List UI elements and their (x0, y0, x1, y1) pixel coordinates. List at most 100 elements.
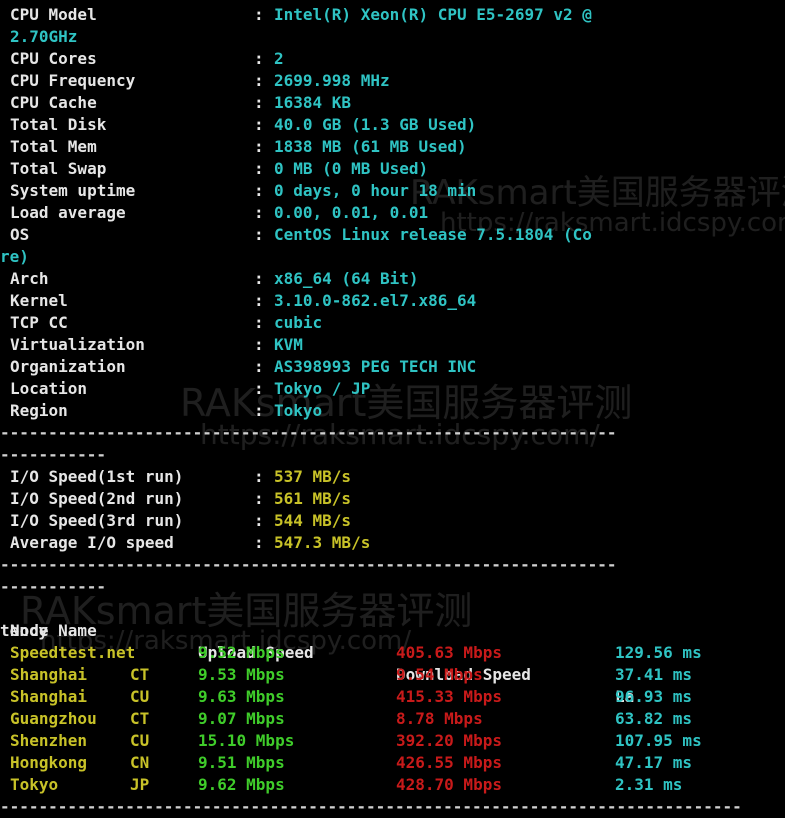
info-value: 1838 MB (61 MB Used) (274, 137, 467, 156)
info-label: System uptime (10, 181, 136, 200)
info-row: Organization: AS398993 PEG TECH INC (10, 357, 477, 376)
node-name: Guangzhou (10, 709, 97, 728)
info-label: Kernel (10, 291, 68, 310)
speedtest-row: Guangzhou CT 9.07 Mbps 8.78 Mbps 63.82 ms (0, 708, 785, 730)
info-value: 40.0 GB (1.3 GB Used) (274, 115, 477, 134)
io-label: I/O Speed(2nd run) (10, 489, 184, 508)
node-name: Shanghai (10, 687, 88, 706)
io-label: I/O Speed(1st run) (10, 467, 184, 486)
info-value: 2699.998 MHz (274, 71, 390, 90)
latency: 37.41 ms (615, 665, 693, 684)
info-label: Virtualization (10, 335, 145, 354)
download-speed: 392.20 Mbps (396, 731, 502, 750)
latency: 2.31 ms (615, 775, 683, 794)
speedtest-row: Speedtest.net 9.52 Mbps 405.63 Mbps 129.56 … (0, 642, 785, 664)
latency: 129.56 ms (615, 643, 702, 662)
upload-speed: 9.62 Mbps (198, 775, 285, 794)
upload-speed: 9.63 Mbps (198, 687, 285, 706)
info-row: CPU Model: Intel(R) Xeon(R) CPU E5-2697 v… (10, 5, 592, 24)
info-value: 3.10.0-862.el7.x86_64 (274, 291, 477, 310)
separator: ----------------------------------------… (0, 797, 742, 816)
node-isp: JP (130, 775, 150, 794)
node-name: Shanghai (10, 665, 88, 684)
info-value: KVM (274, 335, 303, 354)
speedtest-section: Node Name Upload Speed Download Speed La… (0, 598, 785, 796)
download-speed: 428.70 Mbps (396, 775, 502, 794)
io-row: I/O Speed(2nd run):561 MB/s (10, 489, 352, 508)
terminal-output: CPU Model: Intel(R) Xeon(R) CPU E5-2697 v… (0, 4, 785, 818)
info-row: CPU Frequency:2699.998 MHz (10, 71, 390, 90)
upload-speed: 9.07 Mbps (198, 709, 285, 728)
info-row: Virtualization: KVM (10, 335, 303, 354)
io-row: Average I/O speed:547.3 MB/s (10, 533, 371, 552)
info-value: 0 MB (0 MB Used) (274, 159, 429, 178)
speedtest-row: Shanghai CU 9.63 Mbps 415.33 Mbps 96.93 ms (0, 686, 785, 708)
upload-speed: 9.53 Mbps (198, 665, 285, 684)
download-speed: 415.33 Mbps (396, 687, 502, 706)
info-value: 16384 KB (274, 93, 352, 112)
info-value-wrap: 2.70GHz (10, 27, 78, 46)
header-latency-wrap: tency (0, 621, 49, 640)
separator: ----------- (0, 577, 106, 596)
info-row: Kernel:3.10.0-862.el7.x86_64 (10, 291, 477, 310)
download-speed: 9.54 Mbps (396, 665, 483, 684)
info-label: Arch (10, 269, 49, 288)
io-value: 537 MB/s (274, 467, 352, 486)
info-row: Arch: x86_64 (64 Bit) (10, 269, 419, 288)
io-value: 544 MB/s (274, 511, 352, 530)
info-label: Location (10, 379, 88, 398)
io-row: I/O Speed(1st run):537 MB/s (10, 467, 352, 486)
info-row: Total Disk:40.0 GB (1.3 GB Used) (10, 115, 477, 134)
node-isp: CN (130, 753, 150, 772)
info-value: x86_64 (64 Bit) (274, 269, 419, 288)
latency: 63.82 ms (615, 709, 693, 728)
info-value: CentOS Linux release 7.5.1804 (Co (274, 225, 592, 244)
download-speed: 426.55 Mbps (396, 753, 502, 772)
speedtest-row: Tokyo JP 9.62 Mbps 428.70 Mbps 2.31 ms (0, 774, 785, 796)
info-row: OS: CentOS Linux release 7.5.1804 (Co (10, 225, 592, 244)
info-value: cubic (274, 313, 323, 332)
separator: ----------------------------------------… (0, 423, 617, 442)
node-isp: CU (130, 687, 150, 706)
info-label: Total Swap (10, 159, 107, 178)
info-row: Load average:0.00, 0.01, 0.01 (10, 203, 429, 222)
node-name: Tokyo (10, 775, 59, 794)
info-value-wrap: re) (0, 247, 29, 266)
latency: 96.93 ms (615, 687, 693, 706)
latency: 47.17 ms (615, 753, 693, 772)
info-label: Total Mem (10, 137, 97, 156)
io-label: Average I/O speed (10, 533, 174, 552)
info-label: CPU Model (10, 5, 97, 24)
info-label: Organization (10, 357, 126, 376)
upload-speed: 9.52 Mbps (198, 643, 285, 662)
info-value: Tokyo / JP (274, 379, 371, 398)
node-name: Speedtest.net (10, 643, 136, 662)
info-row: Region: Tokyo (10, 401, 323, 420)
info-value: 2 (274, 49, 284, 68)
separator: ----------- (0, 445, 106, 464)
io-value: 561 MB/s (274, 489, 352, 508)
info-value: Tokyo (274, 401, 323, 420)
info-value: 0 days, 0 hour 18 min (274, 181, 477, 200)
node-name: Shenzhen (10, 731, 88, 750)
info-row: Total Swap:0 MB (0 MB Used) (10, 159, 429, 178)
node-isp: CU (130, 731, 150, 750)
io-label: I/O Speed(3rd run) (10, 511, 184, 530)
upload-speed: 9.51 Mbps (198, 753, 285, 772)
info-label: Total Disk (10, 115, 107, 134)
info-row: System uptime:0 days, 0 hour 18 min (10, 181, 477, 200)
info-row: CPU Cores:2 (10, 49, 284, 68)
download-speed: 405.63 Mbps (396, 643, 502, 662)
info-row: Total Mem:1838 MB (61 MB Used) (10, 137, 467, 156)
info-value: 0.00, 0.01, 0.01 (274, 203, 429, 222)
info-value: AS398993 PEG TECH INC (274, 357, 477, 376)
info-value: Intel(R) Xeon(R) CPU E5-2697 v2 @ (274, 5, 592, 24)
system-info-section: CPU Model: Intel(R) Xeon(R) CPU E5-2697 v… (0, 4, 785, 422)
node-name: Hongkong (10, 753, 88, 772)
speedtest-row: Shanghai CT 9.53 Mbps 9.54 Mbps 37.41 ms (0, 664, 785, 686)
info-label: Load average (10, 203, 126, 222)
io-section: I/O Speed(1st run):537 MB/s I/O Speed(2n… (0, 466, 785, 554)
upload-speed: 15.10 Mbps (198, 731, 295, 750)
info-label: OS (10, 225, 30, 244)
node-isp: CT (130, 709, 150, 728)
